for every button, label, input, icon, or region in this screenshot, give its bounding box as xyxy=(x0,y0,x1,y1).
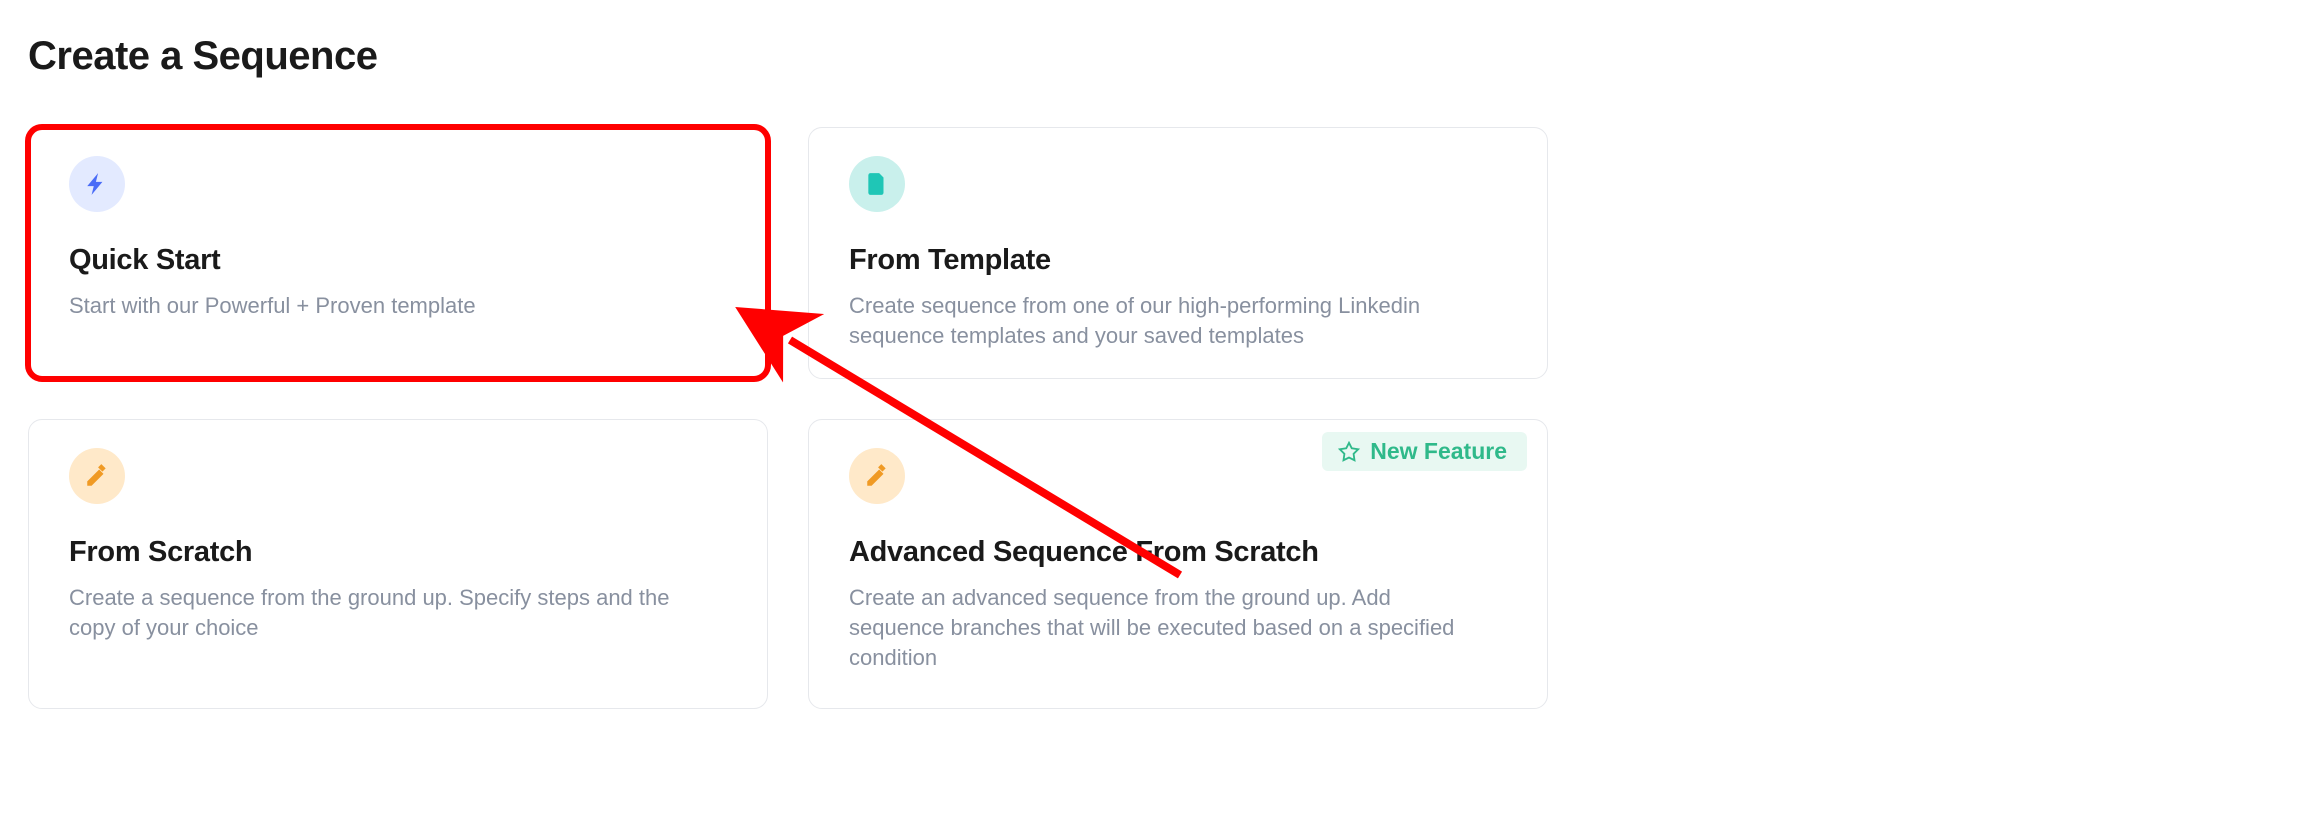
card-description: Start with our Powerful + Proven templat… xyxy=(69,291,709,321)
new-feature-badge: New Feature xyxy=(1322,432,1527,471)
star-icon xyxy=(1338,441,1360,463)
badge-text: New Feature xyxy=(1370,438,1507,465)
card-description: Create sequence from one of our high-per… xyxy=(849,291,1489,350)
card-advanced-sequence[interactable]: New Feature Advanced Sequence From Scrat… xyxy=(808,419,1548,709)
page-title: Create a Sequence xyxy=(28,34,2272,79)
card-grid: Quick Start Start with our Powerful + Pr… xyxy=(28,127,2272,709)
card-title: From Scratch xyxy=(69,536,727,569)
pen-icon xyxy=(69,448,125,504)
card-from-scratch[interactable]: From Scratch Create a sequence from the … xyxy=(28,419,768,709)
card-title: Advanced Sequence From Scratch xyxy=(849,536,1507,569)
bolt-icon xyxy=(69,156,125,212)
card-from-template[interactable]: From Template Create sequence from one o… xyxy=(808,127,1548,379)
card-quick-start[interactable]: Quick Start Start with our Powerful + Pr… xyxy=(28,127,768,379)
card-description: Create a sequence from the ground up. Sp… xyxy=(69,583,709,642)
pen-icon xyxy=(849,448,905,504)
card-title: From Template xyxy=(849,244,1507,277)
card-description: Create an advanced sequence from the gro… xyxy=(849,583,1489,672)
card-title: Quick Start xyxy=(69,244,727,277)
file-icon xyxy=(849,156,905,212)
